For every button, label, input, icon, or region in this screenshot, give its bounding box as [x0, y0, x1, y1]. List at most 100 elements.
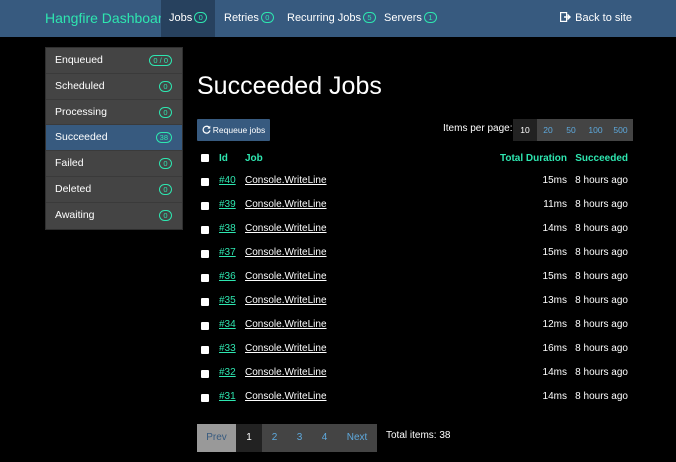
table-row: #39 Console.WriteLine 11ms 8 hours ago [197, 194, 633, 218]
table-row: #38 Console.WriteLine 14ms 8 hours ago [197, 218, 633, 242]
per-page-10[interactable]: 10 [513, 119, 537, 141]
items-per-page-selector: 10 20 50 100 500 [513, 119, 633, 141]
job-id-link[interactable]: #32 [219, 367, 236, 378]
per-page-100[interactable]: 100 [583, 119, 608, 141]
page-4-button[interactable]: 4 [312, 424, 337, 452]
job-id-link[interactable]: #40 [219, 175, 236, 186]
row-checkbox[interactable] [201, 226, 209, 234]
sidebar-item-deleted[interactable]: Deleted 0 [46, 177, 182, 203]
row-checkbox[interactable] [201, 298, 209, 306]
jobs-count-badge: 0 [194, 11, 208, 23]
nav-jobs-label: Jobs [169, 12, 193, 24]
job-name-link[interactable]: Console.WriteLine [245, 247, 327, 258]
job-name-link[interactable]: Console.WriteLine [245, 223, 327, 234]
job-name-link[interactable]: Console.WriteLine [245, 343, 327, 354]
nav-recurring-label: Recurring Jobs [287, 12, 361, 24]
job-succeeded-time: 8 hours ago [575, 391, 628, 402]
prev-page-button[interactable]: Prev [197, 424, 236, 452]
sidebar-item-awaiting[interactable]: Awaiting 0 [46, 203, 182, 229]
job-name-link[interactable]: Console.WriteLine [245, 199, 327, 210]
refresh-icon [202, 125, 211, 134]
job-id-link[interactable]: #33 [219, 343, 236, 354]
sidebar-item-label: Succeeded [55, 131, 108, 144]
row-checkbox[interactable] [201, 202, 209, 210]
job-duration: 14ms [542, 367, 567, 378]
nav-servers-label: Servers [384, 12, 422, 24]
job-id-link[interactable]: #36 [219, 271, 236, 282]
back-to-site-link[interactable]: Back to site [560, 0, 632, 37]
job-name-link[interactable]: Console.WriteLine [245, 175, 327, 186]
header-job[interactable]: Job [245, 153, 263, 164]
job-name-link[interactable]: Console.WriteLine [245, 391, 327, 402]
row-checkbox[interactable] [201, 274, 209, 282]
row-checkbox[interactable] [201, 370, 209, 378]
per-page-50[interactable]: 50 [559, 119, 583, 141]
job-duration: 15ms [542, 247, 567, 258]
job-id-link[interactable]: #38 [219, 223, 236, 234]
row-checkbox[interactable] [201, 178, 209, 186]
sidebar-item-processing[interactable]: Processing 0 [46, 100, 182, 126]
header-total-duration[interactable]: Total Duration [500, 153, 567, 164]
scheduled-count-badge: 0 [159, 80, 172, 92]
job-succeeded-time: 8 hours ago [575, 223, 628, 234]
nav-retries[interactable]: Retries 0 [216, 0, 282, 37]
job-id-link[interactable]: #34 [219, 319, 236, 330]
sidebar-item-scheduled[interactable]: Scheduled 0 [46, 74, 182, 100]
job-id-link[interactable]: #35 [219, 295, 236, 306]
page-2-button[interactable]: 2 [262, 424, 287, 452]
nav-retries-label: Retries [224, 12, 259, 24]
page-3-button[interactable]: 3 [287, 424, 312, 452]
job-id-link[interactable]: #31 [219, 391, 236, 402]
servers-count-badge: 1 [423, 11, 437, 23]
header-id[interactable]: Id [219, 153, 228, 164]
sidebar-item-label: Awaiting [55, 208, 95, 221]
job-name-link[interactable]: Console.WriteLine [245, 295, 327, 306]
row-checkbox[interactable] [201, 250, 209, 258]
job-id-link[interactable]: #39 [219, 199, 236, 210]
sidebar-item-label: Scheduled [55, 79, 105, 92]
next-page-button[interactable]: Next [337, 424, 377, 452]
row-checkbox[interactable] [201, 322, 209, 330]
page-1-button[interactable]: 1 [236, 424, 262, 452]
job-name-link[interactable]: Console.WriteLine [245, 319, 327, 330]
sidebar-item-label: Enqueued [55, 54, 103, 66]
requeue-jobs-label: Requeue jobs [212, 125, 266, 135]
job-name-link[interactable]: Console.WriteLine [245, 271, 327, 282]
per-page-500[interactable]: 500 [608, 119, 633, 141]
nav-jobs[interactable]: Jobs 0 [161, 0, 216, 37]
page-title: Succeeded Jobs [197, 72, 382, 100]
nav-recurring-jobs[interactable]: Recurring Jobs 5 [279, 0, 384, 37]
nav-servers[interactable]: Servers 1 [376, 0, 445, 37]
brand-link[interactable]: Hangfire Dashboard [45, 10, 170, 26]
table-row: #36 Console.WriteLine 15ms 8 hours ago [197, 266, 633, 290]
job-duration: 14ms [542, 391, 567, 402]
requeue-jobs-button[interactable]: Requeue jobs [197, 119, 270, 141]
sidebar-item-failed[interactable]: Failed 0 [46, 151, 182, 177]
select-all-checkbox[interactable] [201, 154, 209, 162]
table-row: #35 Console.WriteLine 13ms 8 hours ago [197, 290, 633, 314]
header-succeeded[interactable]: Succeeded [575, 153, 628, 164]
row-checkbox[interactable] [201, 394, 209, 402]
sidebar-item-enqueued[interactable]: Enqueued 0 / 0 [46, 48, 182, 74]
sidebar-item-succeeded[interactable]: Succeeded 38 [46, 125, 182, 152]
job-succeeded-time: 8 hours ago [575, 319, 628, 330]
job-id-link[interactable]: #37 [219, 247, 236, 258]
processing-count-badge: 0 [159, 106, 172, 118]
sign-out-icon [560, 12, 572, 23]
table-row: #37 Console.WriteLine 15ms 8 hours ago [197, 242, 633, 266]
job-duration: 15ms [542, 175, 567, 186]
per-page-20[interactable]: 20 [537, 119, 559, 141]
job-duration: 13ms [542, 295, 567, 306]
job-duration: 16ms [542, 343, 567, 354]
items-per-page-label: Items per page: [443, 123, 513, 134]
job-state-sidebar: Enqueued 0 / 0 Scheduled 0 Processing 0 Suc… [45, 47, 183, 230]
table-row: #34 Console.WriteLine 12ms 8 hours ago [197, 314, 633, 338]
table-header: Id Job Total Duration Succeeded [197, 148, 633, 170]
job-succeeded-time: 8 hours ago [575, 175, 628, 186]
job-name-link[interactable]: Console.WriteLine [245, 367, 327, 378]
job-duration: 12ms [542, 319, 567, 330]
failed-count-badge: 0 [159, 158, 172, 170]
sidebar-item-label: Failed [55, 157, 84, 170]
job-succeeded-time: 8 hours ago [575, 367, 628, 378]
row-checkbox[interactable] [201, 346, 209, 354]
